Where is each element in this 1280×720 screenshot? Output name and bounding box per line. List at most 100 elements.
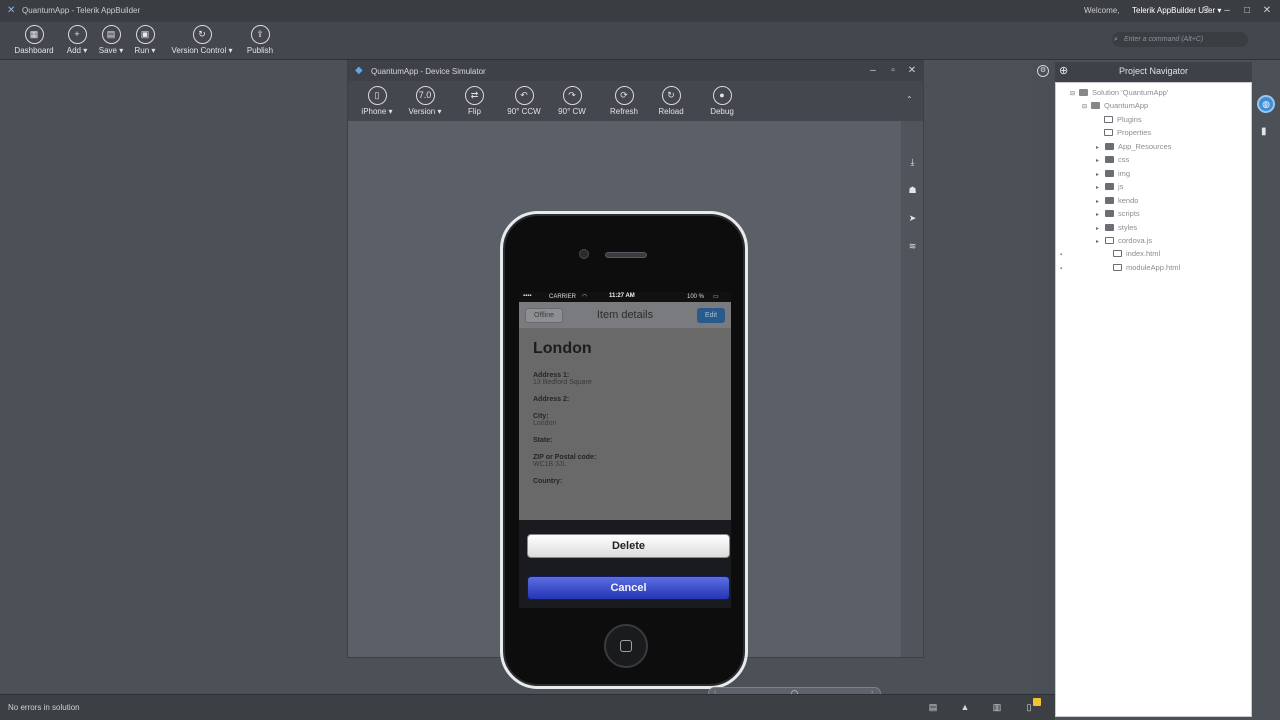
device-simulator-window: ◆ QuantumApp - Device Simulator – ▫ ✕ ▯ … — [347, 60, 924, 700]
settings-icon[interactable]: ⚙ — [1037, 65, 1049, 77]
tree-item-img[interactable]: ▸ img — [1096, 169, 1130, 178]
project-navigator-title: Project Navigator — [1118, 66, 1189, 76]
main-toolbar: ▦ Dashboard + Add ▾ ▤ Save ▾ ▣ Run ▾ ↻ V… — [0, 22, 1280, 60]
reload-button[interactable]: ↻ Reload — [655, 86, 687, 116]
refresh-button[interactable]: ⟳ Refresh — [607, 86, 641, 116]
file-icon[interactable]: ▥ — [992, 702, 1002, 713]
edit-button[interactable]: Edit — [697, 308, 725, 323]
geolocation-icon[interactable]: ➤ — [907, 213, 918, 224]
status-bar: No errors in solution ▤ ▲ ▥ ▯ — [0, 694, 1055, 720]
publish-button[interactable]: ⇪ Publish — [243, 25, 277, 55]
tree-item-js[interactable]: ▸ js — [1096, 182, 1123, 191]
tree-item-app-resources[interactable]: ▸ App_Resources — [1096, 142, 1171, 151]
city-heading: London — [533, 340, 592, 357]
device-status-bar: ▪▪▪▪ CARRIER ◠ 11:27 AM 100 % ▭ — [519, 292, 731, 302]
simulator-maximize-button[interactable]: ▫ — [886, 64, 900, 77]
field-value: London — [533, 420, 557, 427]
iphone-frame: ▪▪▪▪ CARRIER ◠ 11:27 AM 100 % ▭ Offline … — [500, 211, 748, 689]
field-label: ZIP or Postal code: — [533, 454, 597, 461]
device-nav-bar: Offline Item details Edit — [519, 302, 731, 328]
simulator-logo-icon: ◆ — [355, 65, 363, 76]
simulator-title-bar: ◆ QuantumApp - Device Simulator – ▫ ✕ — [348, 61, 923, 81]
save-icon: ▤ — [101, 25, 121, 44]
minimize-button[interactable]: – — [1220, 4, 1234, 17]
globe-icon[interactable]: ◍ — [1257, 95, 1275, 113]
action-sheet: Delete Cancel — [519, 520, 731, 608]
simulator-minimize-button[interactable]: – — [866, 64, 880, 77]
tree-item-index-html[interactable]: ▪ index.html — [1060, 249, 1160, 258]
close-button[interactable]: ✕ — [1260, 4, 1274, 17]
right-side-bar: ◍ ▮ — [1252, 82, 1280, 717]
storage-icon[interactable]: ☗ — [907, 185, 918, 196]
tree-item-styles[interactable]: ▸ styles — [1096, 223, 1137, 232]
tree-item-cordova[interactable]: ▸ cordova.js — [1096, 236, 1152, 245]
home-square-icon — [620, 640, 632, 652]
refresh-icon: ⟳ — [614, 86, 634, 105]
iphone-icon: ▯ — [367, 86, 387, 105]
earpiece-speaker — [605, 252, 647, 258]
debug-button[interactable]: ● Debug — [707, 86, 737, 116]
project-navigator-tree: ⊟ Solution 'QuantumApp' ⊟ QuantumApp Plugi… — [1055, 82, 1252, 717]
simulator-toolbar: ▯ iPhone ▾ 7.0 Version ▾ ⇄ Flip ↶ 90° CC… — [348, 81, 923, 121]
item-details-content: London Address 1: 13 Bedford Square Addr… — [521, 328, 729, 520]
debug-icon: ● — [712, 86, 732, 105]
trash-icon[interactable]: ▮ — [1261, 126, 1267, 137]
simulator-title: QuantumApp - Device Simulator — [371, 67, 486, 76]
home-button[interactable] — [604, 624, 648, 668]
plus-icon: + — [67, 25, 87, 44]
reload-icon: ↻ — [661, 86, 681, 105]
simulator-close-button[interactable]: ✕ — [905, 64, 919, 77]
run-button[interactable]: ▣ Run ▾ — [131, 25, 159, 55]
document-icon[interactable]: ▤ — [928, 702, 938, 713]
rotate-ccw-button[interactable]: ↶ 90° CCW — [504, 86, 544, 116]
run-icon: ▣ — [135, 25, 155, 44]
publish-icon: ⇪ — [250, 25, 270, 44]
notification-badge — [1033, 698, 1041, 706]
dashboard-button[interactable]: ▦ Dashboard — [11, 25, 57, 55]
field-value: WC1B 3JL — [533, 461, 567, 468]
tree-item-moduleapp-html[interactable]: ▪ moduleApp.html — [1060, 263, 1180, 272]
tree-item-solution[interactable]: ⊟ Solution 'QuantumApp' — [1070, 88, 1168, 97]
tree-item-plugins[interactable]: Plugins — [1104, 115, 1142, 124]
tree-item-properties[interactable]: Properties — [1104, 128, 1151, 137]
rotate-cw-button[interactable]: ↷ 90° CW — [554, 86, 590, 116]
command-input[interactable]: ⌕ Enter a command (Alt+C) — [1112, 32, 1248, 47]
cancel-button[interactable]: Cancel — [527, 576, 730, 600]
field-value: 13 Bedford Square — [533, 379, 592, 386]
wifi-icon: ◠ — [582, 294, 588, 300]
tree-item-project[interactable]: ⊟ QuantumApp — [1082, 101, 1148, 110]
flip-icon: ⇄ — [465, 86, 484, 105]
save-button[interactable]: ▤ Save ▾ — [96, 25, 126, 55]
app-logo-icon: ✕ — [7, 5, 16, 16]
delete-button[interactable]: Delete — [527, 534, 730, 558]
simulator-side-tools: ⤓ ☗ ➤ ≋ — [901, 121, 923, 657]
navigator-side-tabs: ⚙ — [1033, 62, 1055, 717]
tree-item-css[interactable]: ▸ css — [1096, 155, 1129, 164]
maximize-button[interactable]: □ — [1240, 4, 1254, 17]
window-title: QuantumApp - Telerik AppBuilder — [22, 6, 141, 15]
tree-item-scripts[interactable]: ▸ scripts — [1096, 209, 1140, 218]
field-label: City: — [533, 413, 549, 420]
add-button[interactable]: + Add ▾ — [62, 25, 92, 55]
download-icon[interactable]: ⤓ — [907, 157, 918, 168]
add-icon[interactable]: ⊕ — [1059, 62, 1068, 80]
device-select-button[interactable]: ▯ iPhone ▾ — [359, 86, 395, 116]
field-label: Address 1: — [533, 372, 570, 379]
network-icon[interactable]: ≋ — [907, 241, 918, 252]
flip-button[interactable]: ⇄ Flip — [465, 86, 484, 116]
version-control-button[interactable]: ↻ Version Control ▾ — [164, 25, 240, 55]
rotate-cw-icon: ↷ — [562, 86, 582, 105]
status-text: No errors in solution — [8, 703, 80, 712]
version-select-button[interactable]: 7.0 Version ▾ — [405, 86, 445, 116]
device-screen: ▪▪▪▪ CARRIER ◠ 11:27 AM 100 % ▭ Offline … — [519, 292, 731, 608]
clock-label: 11:27 AM — [609, 293, 635, 299]
field-label: Country: — [533, 478, 563, 485]
battery-label: 100 % — [687, 294, 705, 300]
tree-item-kendo[interactable]: ▸ kendo — [1096, 196, 1138, 205]
collapse-toolbar-icon[interactable]: ⌃ — [906, 95, 913, 104]
version-icon: 7.0 — [415, 86, 435, 105]
signal-icon: ▪▪▪▪ — [523, 293, 532, 299]
field-label: Address 2: — [533, 396, 570, 403]
warning-icon[interactable]: ▲ — [960, 702, 970, 713]
help-button[interactable]: ? — [1199, 4, 1213, 17]
